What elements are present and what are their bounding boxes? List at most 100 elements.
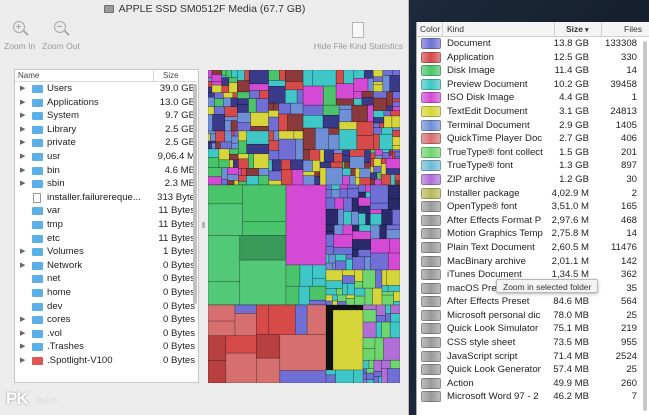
treemap-cell[interactable] (372, 91, 387, 99)
treemap-cell[interactable] (210, 133, 216, 142)
treemap-cell[interactable] (359, 167, 371, 178)
treemap-cell[interactable] (335, 83, 355, 100)
treemap-cell[interactable] (342, 175, 350, 186)
treemap-cell[interactable] (352, 249, 359, 258)
treemap-cell[interactable] (256, 334, 281, 359)
treemap-cell[interactable] (218, 159, 230, 168)
treemap-cell[interactable] (389, 238, 400, 254)
treemap-cell[interactable] (345, 298, 355, 306)
treemap-cell[interactable] (271, 159, 282, 172)
treemap-cell[interactable] (285, 264, 301, 287)
treemap-cell[interactable] (312, 277, 327, 287)
treemap-cell[interactable] (370, 152, 376, 159)
treemap-cell[interactable] (342, 149, 351, 156)
treemap-cell[interactable] (208, 140, 216, 144)
disclosure-triangle-icon[interactable]: ▶ (20, 136, 25, 150)
disclosure-triangle-icon[interactable]: ▶ (20, 123, 25, 137)
treemap-cell[interactable] (374, 154, 383, 159)
treemap-cell[interactable] (362, 368, 367, 374)
treemap-cell[interactable] (221, 75, 227, 78)
treemap-cell[interactable] (349, 175, 356, 186)
treemap-cell[interactable] (366, 368, 375, 374)
treemap-cell[interactable] (208, 133, 211, 142)
treemap-graphic[interactable] (208, 70, 400, 383)
zoom-in-button[interactable]: Zoom In (4, 20, 35, 51)
treemap-cell[interactable] (373, 376, 380, 383)
treemap-cell[interactable] (369, 209, 382, 215)
treemap-cell[interactable] (225, 352, 257, 383)
treemap-cell[interactable] (334, 197, 344, 210)
treemap-cell[interactable] (342, 283, 348, 296)
treemap-cell[interactable] (385, 158, 400, 169)
treemap-cell[interactable] (374, 178, 382, 186)
treemap-cell[interactable] (370, 224, 380, 240)
treemap-cell[interactable] (246, 175, 260, 186)
treemap-cell[interactable] (392, 151, 396, 159)
treemap-cell[interactable] (385, 168, 400, 175)
hide-kind-stats-button[interactable]: Hide File Kind Statistics (314, 22, 403, 51)
treemap-cell[interactable] (223, 92, 234, 99)
treemap-cell[interactable] (325, 262, 333, 271)
file-row[interactable]: dev 0 Bytes (15, 300, 198, 314)
treemap-cell[interactable] (268, 159, 273, 172)
treemap-cell[interactable] (211, 74, 223, 82)
treemap-cell[interactable] (347, 184, 359, 189)
treemap-cell[interactable] (227, 174, 239, 181)
treemap-cell[interactable] (325, 167, 343, 186)
kind-row[interactable]: Quick Look Generator 57.4 MB 25 (417, 363, 643, 377)
treemap-cell[interactable] (211, 81, 223, 86)
treemap-cell[interactable] (356, 121, 374, 136)
treemap-cell[interactable] (383, 110, 391, 117)
treemap-cell[interactable] (383, 115, 393, 128)
treemap-cell[interactable] (335, 288, 343, 296)
treemap-cell[interactable] (208, 335, 227, 361)
treemap-cell[interactable] (333, 224, 344, 235)
treemap-cell[interactable] (362, 359, 370, 370)
treemap-cell[interactable] (325, 269, 343, 282)
treemap-cell[interactable] (208, 167, 223, 177)
treemap-cell[interactable] (390, 110, 400, 117)
kind-row[interactable]: ZIP archive 1.2 GB 30 (417, 172, 643, 187)
treemap-cell[interactable] (302, 70, 314, 87)
treemap-cell[interactable] (323, 149, 335, 163)
treemap-cell[interactable] (312, 70, 337, 87)
treemap-cell[interactable] (208, 114, 213, 132)
treemap-cell[interactable] (238, 181, 247, 186)
treemap-cell[interactable] (352, 256, 365, 271)
treemap-cell[interactable] (333, 152, 343, 163)
treemap-cell[interactable] (325, 230, 335, 235)
treemap-cell[interactable] (302, 171, 315, 176)
treemap-cell[interactable] (352, 230, 371, 240)
treemap-cell[interactable] (353, 90, 363, 99)
treemap-cell[interactable] (381, 127, 393, 135)
treemap-cell[interactable] (392, 91, 400, 100)
treemap-cell[interactable] (335, 260, 347, 271)
treemap-cell[interactable] (347, 188, 359, 199)
treemap-cell[interactable] (372, 84, 384, 93)
treemap-cell[interactable] (338, 121, 358, 130)
treemap-cell[interactable] (268, 80, 286, 87)
treemap-cell[interactable] (358, 205, 371, 214)
treemap-cell[interactable] (350, 167, 356, 176)
treemap-cell[interactable] (215, 130, 226, 143)
treemap-cell[interactable] (343, 70, 355, 84)
size-column-header[interactable]: Size ▾ (555, 22, 602, 36)
treemap-cell[interactable] (342, 161, 345, 169)
treemap-cell[interactable] (208, 86, 213, 93)
treemap-cell[interactable] (268, 180, 282, 186)
treemap-cell[interactable] (388, 155, 393, 159)
treemap-cell[interactable] (394, 180, 400, 186)
treemap-cell[interactable] (285, 89, 298, 104)
treemap-textedit-block[interactable] (332, 309, 364, 371)
treemap-cell[interactable] (306, 304, 327, 335)
treemap-cell[interactable] (392, 136, 400, 146)
treemap-cell[interactable] (328, 134, 340, 150)
kind-row[interactable]: MacBinary archive 2,01.1 M 142 (417, 254, 643, 269)
treemap-cell[interactable] (208, 320, 236, 337)
treemap-cell[interactable] (211, 142, 216, 150)
treemap-cell[interactable] (328, 127, 340, 135)
treemap-cell[interactable] (221, 167, 228, 180)
treemap-cell[interactable] (256, 357, 281, 383)
treemap-cell[interactable] (387, 252, 400, 271)
treemap-cell[interactable] (362, 378, 367, 383)
